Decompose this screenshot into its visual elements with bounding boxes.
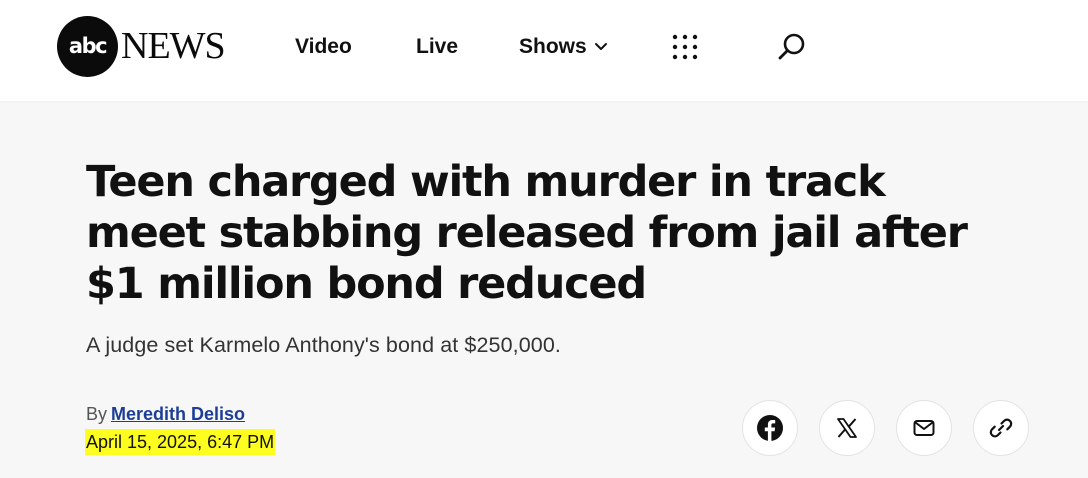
share-facebook-button[interactable] bbox=[742, 400, 798, 456]
site-header: abc NEWS Video Live Shows bbox=[0, 0, 1088, 101]
share-x-button[interactable] bbox=[819, 400, 875, 456]
author-link[interactable]: Meredith Deliso bbox=[111, 404, 245, 424]
link-icon bbox=[989, 418, 1013, 438]
news-wordmark: NEWS bbox=[121, 24, 226, 67]
byline-prefix: By bbox=[86, 404, 108, 424]
facebook-icon bbox=[757, 415, 783, 441]
chevron-down-icon bbox=[594, 43, 607, 50]
nav-shows[interactable]: Shows bbox=[519, 34, 608, 60]
article-subheadline: A judge set Karmelo Anthony's bond at $2… bbox=[86, 333, 561, 357]
abc-news-logo[interactable]: abc NEWS bbox=[57, 16, 226, 77]
share-email-button[interactable] bbox=[896, 400, 952, 456]
nav-live[interactable]: Live bbox=[416, 34, 458, 60]
share-link-button[interactable] bbox=[973, 400, 1029, 456]
publish-timestamp: April 15, 2025, 6:47 PM bbox=[85, 429, 276, 455]
article-headline: Teen charged with murder in track meet s… bbox=[86, 157, 968, 309]
abc-logo-circle: abc bbox=[57, 16, 118, 77]
email-icon bbox=[913, 420, 935, 436]
abc-logo-text: abc bbox=[68, 33, 108, 58]
search-icon[interactable] bbox=[777, 32, 807, 62]
grid-dots-icon[interactable] bbox=[672, 34, 698, 60]
x-icon bbox=[837, 418, 857, 438]
byline: By Meredith Deliso bbox=[86, 404, 245, 425]
headline-block: Teen charged with murder in track meet s… bbox=[86, 157, 986, 310]
nav-video[interactable]: Video bbox=[295, 34, 352, 60]
nav-shows-label: Shows bbox=[519, 35, 587, 58]
